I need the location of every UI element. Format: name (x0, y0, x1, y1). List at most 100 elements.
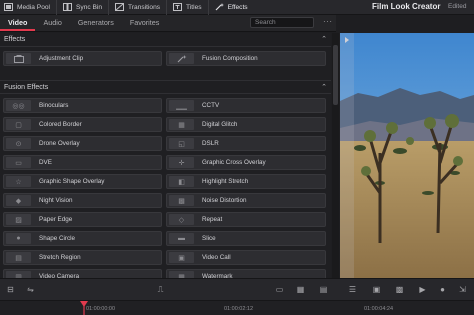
effects-library-panel: Effects ⌃ Adjustment Clip Fusion Composi… (0, 33, 331, 278)
sync-bin-button[interactable]: Sync Bin (57, 0, 110, 15)
drone-icon: ⊙ (6, 138, 31, 149)
effects-toggle-icon[interactable]: ▩ (393, 284, 406, 295)
noise-icon: ▩ (169, 195, 194, 206)
effects-label: Effects (227, 3, 248, 11)
panel-scrollbar[interactable] (332, 33, 339, 278)
transitions-label: Transitions (128, 3, 161, 11)
titles-button[interactable]: Titles (167, 0, 209, 15)
search-input[interactable]: Search (250, 17, 314, 28)
effect-item-region[interactable]: ▤ Stretch Region (3, 250, 162, 265)
viewer-image (340, 33, 474, 278)
sync-bin-icon (63, 3, 72, 11)
glitch-icon: ▦ (169, 119, 194, 130)
binoculars-icon: ◎◎ (6, 100, 31, 111)
timeline-view-icon[interactable]: ▦ (294, 284, 307, 295)
item-label: Digital Glitch (202, 121, 238, 128)
audio-snap-icon[interactable]: ⎍ (154, 284, 167, 295)
effect-item-dve[interactable]: ▭ DVE (3, 155, 162, 170)
project-status: Edited (448, 3, 467, 10)
effect-item-fusion-composition[interactable]: Fusion Composition (166, 51, 326, 66)
effect-item-call[interactable]: ▣ Video Call (166, 250, 326, 265)
mixer-icon[interactable]: ☰ (346, 284, 359, 295)
scrollbar-thumb[interactable] (333, 45, 338, 105)
effect-item-dslr[interactable]: ◱ DSLR (166, 136, 326, 151)
effect-item-circle[interactable]: ● Shape Circle (3, 231, 162, 246)
slice-icon: ▬ (169, 233, 194, 244)
timecode-label: 01:00:02:12 (224, 306, 254, 312)
effect-item-border[interactable]: ▢ Colored Border (3, 117, 162, 132)
effect-item-drone[interactable]: ⊙ Drone Overlay (3, 136, 162, 151)
watermark-icon: ▦ (169, 271, 194, 278)
section-header-effects[interactable]: Effects ⌃ (0, 33, 331, 47)
transitions-button[interactable]: Transitions (109, 0, 168, 15)
fusion-wand-icon (169, 53, 194, 64)
effect-item-night[interactable]: ◆ Night Vision (3, 193, 162, 208)
item-label: DSLR (202, 140, 219, 147)
item-label: Drone Overlay (39, 140, 80, 147)
media-pool-button[interactable]: Media Pool (0, 0, 57, 15)
effect-item-repeat[interactable]: ◇ Repeat (166, 212, 326, 227)
item-label: Paper Edge (39, 216, 73, 223)
item-label: Adjustment Clip (39, 55, 84, 62)
item-label: Colored Border (39, 121, 82, 128)
loop-icon[interactable]: ● (436, 284, 449, 295)
item-label: Graphic Cross Overlay (202, 159, 266, 166)
camera-icon: ▥ (6, 271, 31, 278)
effects-button[interactable]: Effects (209, 0, 254, 15)
night-icon: ◆ (6, 195, 31, 206)
project-title: Film Look Creator (372, 2, 441, 11)
effect-item-paper[interactable]: ▨ Paper Edge (3, 212, 162, 227)
section-title: Effects (4, 36, 26, 43)
tab-audio[interactable]: Audio (35, 14, 69, 31)
clip-view-icon[interactable]: ▭ (273, 284, 286, 295)
section-header-fusion-effects[interactable]: Fusion Effects ⌃ (0, 80, 331, 94)
link-icon[interactable]: ⇋ (24, 284, 37, 295)
bottom-toolbar: ⊟ ⇋ ⎍ ▭ ▦ ▤ ☰ ▣ ▩ ▶ ● ⇲ (0, 278, 474, 300)
media-pool-icon (4, 3, 13, 11)
effect-item-watermark[interactable]: ▦ Watermark (166, 269, 326, 278)
effects-tab-bar: Video Audio Generators Favorites Search … (0, 15, 336, 32)
play-icon[interactable]: ▶ (416, 284, 429, 295)
viewer-side-strip (340, 33, 354, 278)
timecode-label: 01:00:04:24 (364, 306, 394, 312)
item-label: Binoculars (39, 102, 69, 109)
playhead-marker[interactable] (80, 300, 88, 315)
chevron-up-icon: ⌃ (321, 84, 327, 91)
effect-item-glitch[interactable]: ▦ Digital Glitch (166, 117, 326, 132)
item-label: Repeat (202, 216, 223, 223)
timeline-ruler[interactable]: 01:00:00:00 01:00:02:12 01:00:04:24 (0, 300, 474, 315)
effect-item-cross[interactable]: ✛ Graphic Cross Overlay (166, 155, 326, 170)
item-label: DVE (39, 159, 52, 166)
tab-generators[interactable]: Generators (70, 14, 122, 31)
effect-item-star[interactable]: ☆ Graphic Shape Overlay (3, 174, 162, 189)
call-icon: ▣ (169, 252, 194, 263)
more-options-icon[interactable]: ··· (323, 17, 333, 26)
effect-item-noise[interactable]: ▩ Noise Distortion (166, 193, 326, 208)
timecode-label: 01:00:00:00 (86, 306, 116, 312)
cctv-icon: ▁▁ (169, 100, 194, 111)
multi-view-icon[interactable]: ▤ (317, 284, 330, 295)
effect-item-adjustment-clip[interactable]: Adjustment Clip (3, 51, 162, 66)
effect-item-slice[interactable]: ▬ Slice (166, 231, 326, 246)
effect-item-binoculars[interactable]: ◎◎ Binoculars (3, 98, 162, 113)
inspector-icon[interactable]: ▣ (370, 284, 383, 295)
section-title: Fusion Effects (4, 84, 49, 91)
adjustment-clip-icon (6, 53, 31, 64)
transitions-icon (115, 3, 125, 11)
dve-icon: ▭ (6, 157, 31, 168)
effect-item-camera[interactable]: ▥ Video Camera (3, 269, 162, 278)
tab-favorites[interactable]: Favorites (122, 14, 168, 31)
media-pool-label: Media Pool (17, 3, 50, 11)
effects-wand-icon (215, 3, 224, 11)
titles-label: Titles (186, 3, 202, 11)
border-icon: ▢ (6, 119, 31, 130)
item-label: CCTV (202, 102, 220, 109)
item-label: Stretch Region (39, 254, 81, 261)
item-label: Highlight Stretch (202, 178, 249, 185)
tab-video[interactable]: Video (0, 14, 36, 31)
effect-item-stretch[interactable]: ◧ Highlight Stretch (166, 174, 326, 189)
effect-item-cctv[interactable]: ▁▁ CCTV (166, 98, 326, 113)
fullscreen-icon[interactable]: ⇲ (456, 284, 469, 295)
split-clip-icon[interactable]: ⊟ (4, 284, 17, 295)
item-label: Slice (202, 235, 216, 242)
